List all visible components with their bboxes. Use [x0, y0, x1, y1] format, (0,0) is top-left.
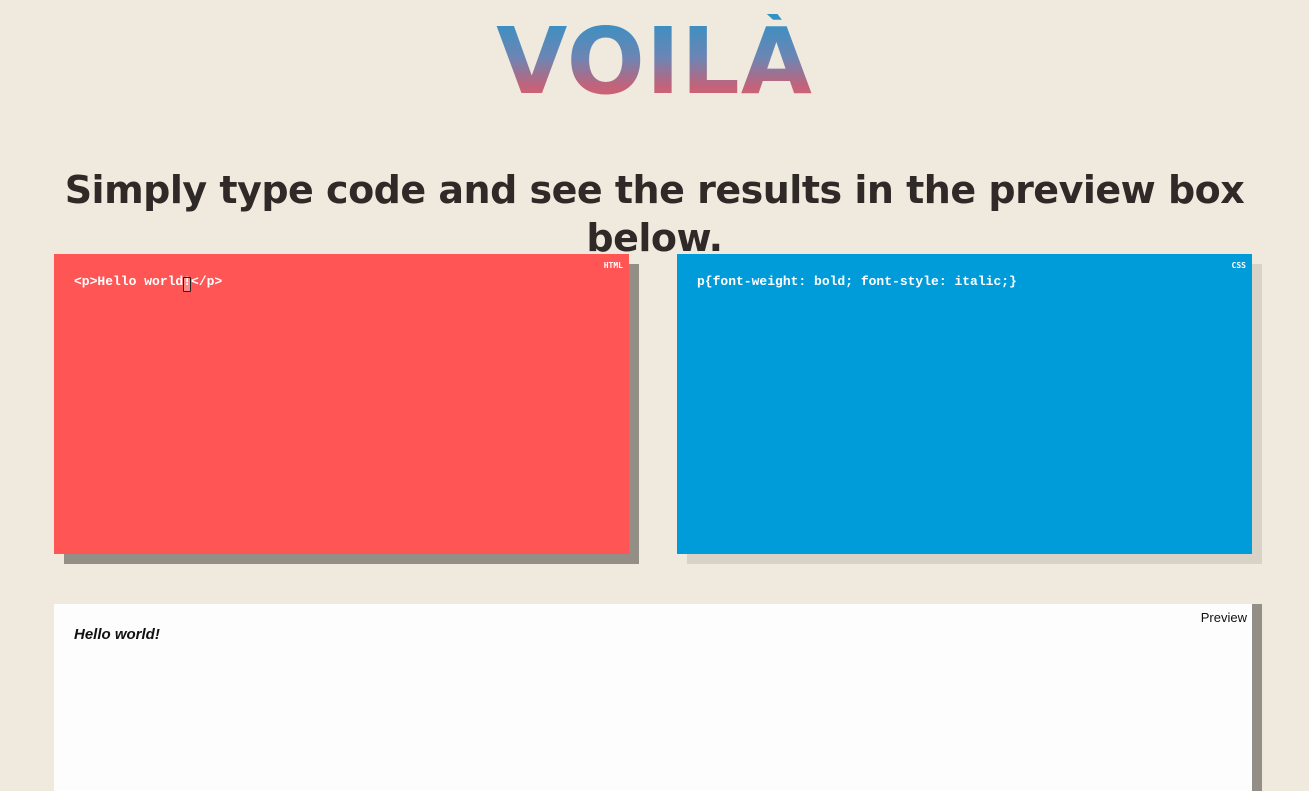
html-editor-panel: HTML <p>Hello world!</p> — [54, 254, 639, 564]
preview-box: Preview Hello world! — [54, 604, 1252, 791]
html-editor[interactable]: HTML <p>Hello world!</p> — [54, 254, 629, 554]
preview-label: Preview — [1200, 610, 1247, 625]
logo: VOILÀ — [0, 14, 1309, 110]
page: VOILÀ Simply type code and see the resul… — [0, 0, 1309, 791]
css-code-input[interactable]: p{font-weight: bold; font-style: italic;… — [697, 274, 1232, 290]
preview-output: Hello world! — [74, 626, 160, 643]
css-editor-panel: CSS p{font-weight: bold; font-style: ita… — [677, 254, 1262, 564]
tagline: Simply type code and see the results in … — [64, 168, 1245, 260]
html-code-input[interactable]: <p>Hello world!</p> — [74, 274, 609, 290]
html-editor-label: HTML — [603, 261, 623, 270]
preview-panel: Preview Hello world! — [54, 604, 1262, 791]
css-editor-label: CSS — [1231, 261, 1246, 270]
css-editor[interactable]: CSS p{font-weight: bold; font-style: ita… — [677, 254, 1252, 554]
text-cursor-icon — [183, 277, 191, 292]
